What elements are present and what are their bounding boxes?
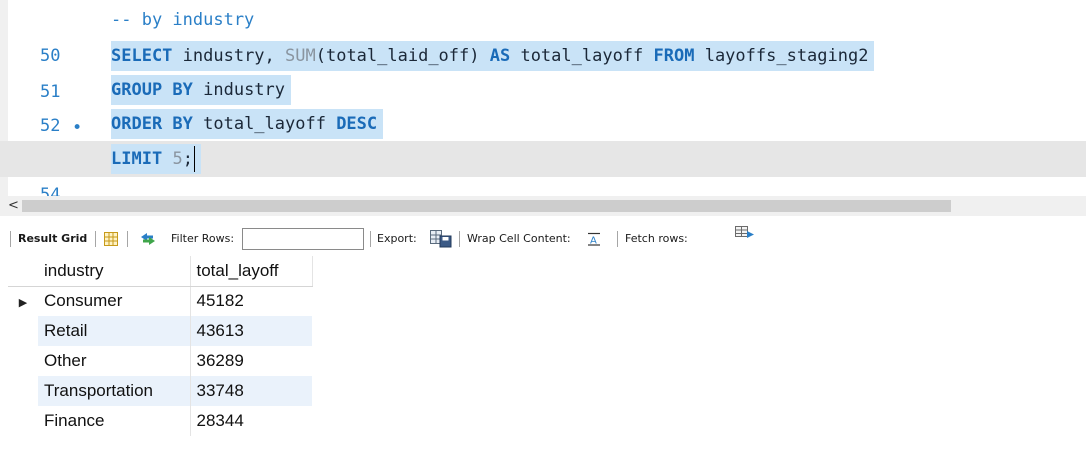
editor-line-50[interactable]: 50 -- by industry	[0, 2, 1086, 66]
table-row[interactable]: Finance 28344	[8, 406, 312, 436]
sql-keyword: LIMIT	[111, 149, 163, 169]
cell-total-layoff[interactable]: 43613	[190, 316, 312, 346]
cell-total-layoff[interactable]: 33748	[190, 376, 312, 406]
scroll-left-icon[interactable]: <	[8, 196, 19, 216]
result-toolbar: Result Grid Filter Rows: Export: Wrap Ce…	[0, 222, 1086, 256]
toolbar-separator	[370, 231, 371, 247]
table-row[interactable]: Retail 43613	[8, 316, 312, 346]
editor-line-52[interactable]: 52 GROUP BY industry	[0, 72, 1086, 136]
scrollbar-thumb[interactable]	[22, 200, 951, 212]
sql-text: industry	[192, 80, 286, 100]
sql-text: layoffs_staging2	[694, 46, 869, 66]
sql-keyword: GROUP BY	[111, 80, 193, 100]
sql-editor[interactable]: 50 -- by industry 51 • SELECT industry, …	[0, 0, 1086, 196]
sql-keyword: DESC	[336, 114, 378, 134]
result-grid-tab[interactable]: Result Grid	[18, 222, 87, 256]
row-indicator-header	[8, 256, 38, 287]
sql-keyword: SELECT	[111, 46, 173, 66]
filter-rows-input[interactable]	[242, 228, 364, 250]
result-grid[interactable]: industry total_layoff ▶ Consumer 45182 R…	[8, 256, 318, 436]
refresh-icon[interactable]	[139, 231, 157, 250]
toolbar-separator	[127, 231, 128, 247]
sql-keyword: ORDER BY	[111, 114, 193, 134]
fetch-rows-label: Fetch rows:	[625, 232, 688, 245]
line-code: LIMIT 5;	[111, 144, 202, 174]
editor-line-51[interactable]: 51 • SELECT industry, SUM(total_laid_off…	[0, 38, 1086, 138]
sql-text: total_layoff	[510, 46, 654, 66]
sql-comment: -- by industry	[111, 10, 255, 30]
editor-line-55[interactable]: 55	[0, 177, 1086, 196]
editor-line-53[interactable]: 53 ORDER BY total_layoff DESC	[0, 106, 1086, 170]
toolbar-separator	[95, 231, 96, 247]
row-indicator	[8, 406, 38, 436]
column-header-total-layoff[interactable]: total_layoff	[190, 256, 313, 287]
sql-text: ;	[182, 149, 193, 169]
cell-total-layoff[interactable]: 45182	[190, 286, 312, 316]
cell-industry[interactable]: Finance	[38, 406, 191, 436]
cell-industry[interactable]: Transportation	[38, 376, 191, 406]
column-header-industry[interactable]: industry	[38, 256, 191, 287]
sql-text: industry,	[172, 46, 286, 66]
sql-text: (total_laid_off)	[315, 46, 490, 66]
line-code: SELECT industry, SUM(total_laid_off) AS …	[111, 41, 875, 71]
table-row[interactable]: Transportation 33748	[8, 376, 312, 406]
export-label: Export:	[377, 232, 417, 245]
line-code: GROUP BY industry	[111, 75, 292, 105]
export-icon[interactable]	[430, 230, 452, 251]
editor-horizontal-scrollbar[interactable]: <	[0, 196, 1086, 216]
result-table: industry total_layoff ▶ Consumer 45182 R…	[8, 256, 313, 436]
table-row[interactable]: Other 36289	[8, 346, 312, 376]
grid-view-icon[interactable]	[104, 232, 118, 249]
row-indicator	[8, 346, 38, 376]
row-indicator	[8, 316, 38, 346]
sql-number: 5	[172, 149, 183, 169]
sql-function: SUM	[285, 46, 316, 66]
wrap-cell-content-label: Wrap Cell Content:	[467, 232, 571, 245]
cell-industry[interactable]: Other	[38, 346, 191, 376]
current-row-arrow-icon: ▶	[18, 297, 28, 310]
row-indicator	[8, 376, 38, 406]
filter-rows-label: Filter Rows:	[171, 232, 235, 245]
toolbar-separator	[459, 231, 460, 247]
cell-total-layoff[interactable]: 28344	[190, 406, 312, 436]
line-code: ORDER BY total_layoff DESC	[111, 109, 384, 139]
editor-line-54[interactable]: 54 LIMIT 5;	[0, 141, 1086, 196]
fetch-next-rows-icon[interactable]	[735, 226, 755, 245]
toolbar-separator	[617, 231, 618, 247]
sql-text: total_layoff	[192, 114, 337, 134]
cell-total-layoff[interactable]: 36289	[190, 346, 312, 376]
line-code: -- by industry	[111, 5, 260, 35]
table-header-row: industry total_layoff	[8, 256, 313, 287]
cell-industry[interactable]: Consumer	[38, 286, 191, 316]
wrap-cell-icon[interactable]: A	[587, 232, 601, 249]
sql-keyword: FROM	[653, 46, 695, 66]
cell-industry[interactable]: Retail	[38, 316, 191, 346]
row-indicator: ▶	[8, 286, 38, 316]
text-caret	[193, 146, 196, 172]
sql-keyword: AS	[489, 46, 511, 66]
toolbar-separator	[10, 231, 11, 247]
table-row[interactable]: ▶ Consumer 45182	[8, 286, 312, 316]
